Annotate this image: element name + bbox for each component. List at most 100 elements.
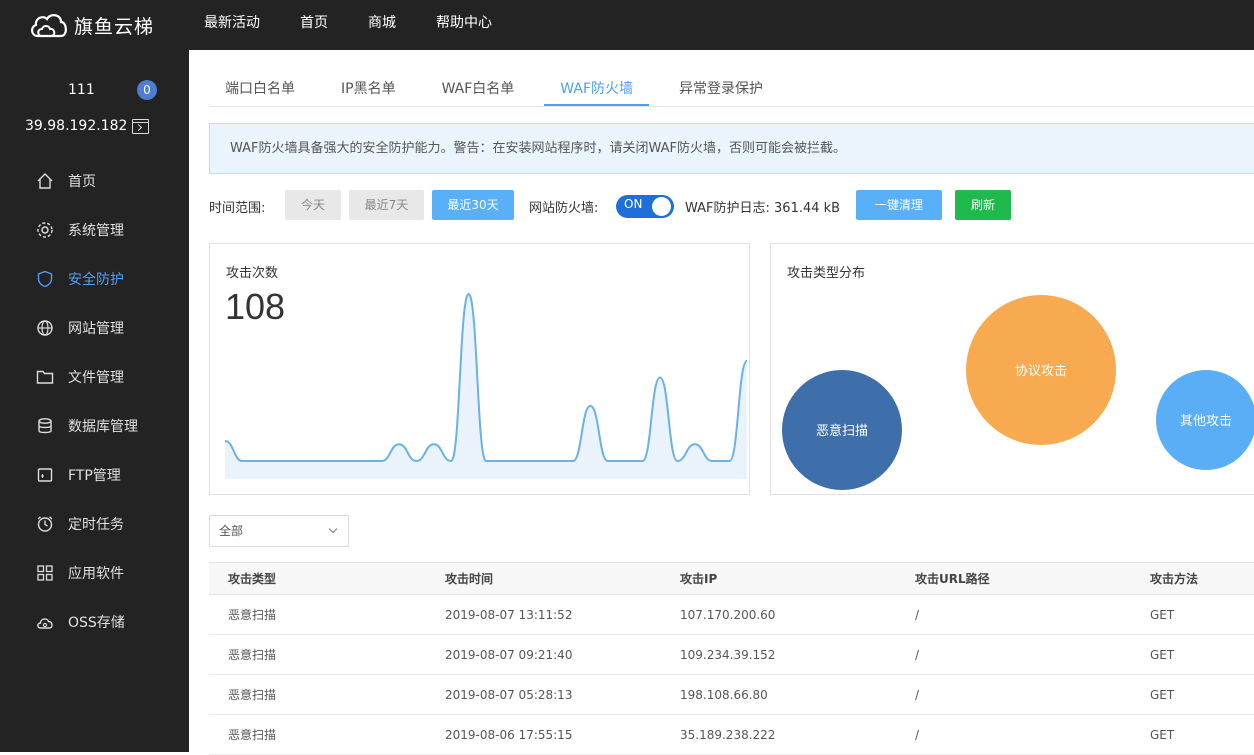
tab-port-whitelist[interactable]: 端口白名单 xyxy=(209,78,311,106)
waf-log-size: WAF防护日志: 361.44 kB xyxy=(685,197,840,216)
column-header: 攻击方法 xyxy=(1150,563,1250,594)
column-header: 攻击类型 xyxy=(209,563,445,594)
sidebar-item-apps[interactable]: 应用软件 xyxy=(0,548,189,597)
table-cell: GET xyxy=(1150,715,1250,754)
topnav-store[interactable]: 商城 xyxy=(354,0,410,50)
sidebar-item-database[interactable]: 数据库管理 xyxy=(0,401,189,450)
tab-ip-blacklist[interactable]: IP黑名单 xyxy=(325,78,412,106)
server-ip-row: 39.98.192.182 xyxy=(0,117,189,139)
tab-waf-whitelist[interactable]: WAF白名单 xyxy=(426,78,531,106)
table-row: 恶意扫描 2019-08-07 05:28:13 198.108.66.80 /… xyxy=(209,675,1254,715)
brand-logo[interactable]: 旗鱼云梯 xyxy=(28,8,154,42)
warning-alert: WAF防火墙具备强大的安全防护能力。警告：在安装网站程序时，请关闭WAF防火墙，… xyxy=(209,123,1254,174)
sidebar-item-label: 数据库管理 xyxy=(68,416,138,436)
topnav-home[interactable]: 首页 xyxy=(286,0,342,50)
sidebar-item-security[interactable]: 安全防护 xyxy=(0,254,189,303)
gear-icon xyxy=(36,221,54,239)
table-cell: 2019-08-07 13:11:52 xyxy=(445,595,680,634)
table-cell: / xyxy=(915,715,1150,754)
sidebar-item-label: 首页 xyxy=(68,171,96,191)
toggle-knob xyxy=(652,197,671,216)
cloud-storage-icon xyxy=(36,613,54,631)
home-icon xyxy=(36,172,54,190)
firewall-label: 网站防火墙: xyxy=(529,197,598,216)
sidebar-item-ftp[interactable]: FTP管理 xyxy=(0,450,189,499)
attack-type-filter[interactable]: 全部 xyxy=(209,515,349,547)
notification-badge[interactable]: 0 xyxy=(137,80,157,100)
time-range-label: 时间范围: xyxy=(209,197,265,216)
sidebar-item-oss[interactable]: OSS存储 xyxy=(0,597,189,646)
table-row: 恶意扫描 2019-08-07 09:21:40 109.234.39.152 … xyxy=(209,635,1254,675)
table-cell: 2019-08-07 05:28:13 xyxy=(445,675,680,714)
table-row: 恶意扫描 2019-08-07 13:11:52 107.170.200.60 … xyxy=(209,595,1254,635)
main-content: 端口白名单 IP黑名单 WAF白名单 WAF防火墙 异常登录保护 WAF防火墙具… xyxy=(189,50,1254,752)
cloud-logo-icon xyxy=(28,10,70,40)
attack-count-title: 攻击次数 xyxy=(226,262,278,281)
table-cell: / xyxy=(915,635,1150,674)
globe-icon xyxy=(36,319,54,337)
attack-count-chart xyxy=(225,289,749,489)
apps-icon xyxy=(36,564,54,582)
topnav-latest-activity[interactable]: 最新活动 xyxy=(190,0,274,50)
sidebar-item-label: 网站管理 xyxy=(68,318,124,338)
table-cell: 恶意扫描 xyxy=(209,675,445,714)
firewall-toggle[interactable]: ON xyxy=(616,195,674,218)
table-cell: 恶意扫描 xyxy=(209,635,445,674)
table-cell: 35.189.238.222 xyxy=(680,715,915,754)
folder-icon xyxy=(36,368,54,386)
table-cell: GET xyxy=(1150,635,1250,674)
attack-log-table: 攻击类型 攻击时间 攻击IP 攻击URL路径 攻击方法 恶意扫描 2019-08… xyxy=(209,562,1254,755)
filter-selected-value: 全部 xyxy=(219,524,243,538)
brand-name: 旗鱼云梯 xyxy=(74,12,154,39)
controls-bar: 时间范围: 今天 最近7天 最近30天 网站防火墙: ON WAF防护日志: 3… xyxy=(209,190,1254,222)
range-7days-button[interactable]: 最近7天 xyxy=(349,190,424,220)
table-cell: 109.234.39.152 xyxy=(680,635,915,674)
table-cell: / xyxy=(915,595,1150,634)
table-header: 攻击类型 攻击时间 攻击IP 攻击URL路径 攻击方法 xyxy=(209,563,1254,595)
sidebar-item-label: 文件管理 xyxy=(68,367,124,387)
sidebar-item-label: 定时任务 xyxy=(68,514,124,534)
table-cell: GET xyxy=(1150,675,1250,714)
column-header: 攻击IP xyxy=(680,563,915,594)
user-info: 111 0 xyxy=(0,80,189,104)
sidebar-item-home[interactable]: 首页 xyxy=(0,156,189,205)
sidebar-item-website[interactable]: 网站管理 xyxy=(0,303,189,352)
sidebar-item-label: 安全防护 xyxy=(68,269,124,289)
attack-type-card: 攻击类型分布 恶意扫描协议攻击其他攻击 xyxy=(770,243,1254,495)
range-today-button[interactable]: 今天 xyxy=(285,190,341,220)
table-cell: GET xyxy=(1150,595,1250,634)
toggle-state: ON xyxy=(624,197,642,211)
sidebar-item-cron[interactable]: 定时任务 xyxy=(0,499,189,548)
user-name: 111 xyxy=(68,82,95,98)
sidebar-item-system[interactable]: 系统管理 xyxy=(0,205,189,254)
column-header: 攻击时间 xyxy=(445,563,680,594)
column-header: 攻击URL路径 xyxy=(915,563,1150,594)
sidebar-item-files[interactable]: 文件管理 xyxy=(0,352,189,401)
refresh-button[interactable]: 刷新 xyxy=(955,190,1011,220)
security-tabs: 端口白名单 IP黑名单 WAF白名单 WAF防火墙 异常登录保护 xyxy=(209,78,1254,107)
database-icon xyxy=(36,417,54,435)
clock-icon xyxy=(36,515,54,533)
table-cell: 198.108.66.80 xyxy=(680,675,915,714)
top-nav: 最新活动 首页 商城 帮助中心 xyxy=(190,0,518,50)
top-bar: 旗鱼云梯 最新活动 首页 商城 帮助中心 xyxy=(0,0,1254,50)
ftp-icon xyxy=(36,466,54,484)
terminal-icon[interactable] xyxy=(132,119,149,134)
table-cell: 107.170.200.60 xyxy=(680,595,915,634)
bubble-label: 恶意扫描 xyxy=(816,423,868,439)
sidebar-item-label: 系统管理 xyxy=(68,220,124,240)
sidebar-item-label: OSS存储 xyxy=(68,612,125,632)
bubble-label: 其他攻击 xyxy=(1180,414,1232,429)
chevron-down-icon xyxy=(329,525,337,533)
tab-login-protection[interactable]: 异常登录保护 xyxy=(663,78,779,106)
shield-icon xyxy=(36,270,54,288)
table-cell: 恶意扫描 xyxy=(209,715,445,754)
range-30days-button[interactable]: 最近30天 xyxy=(432,190,514,220)
table-cell: 2019-08-07 09:21:40 xyxy=(445,635,680,674)
topnav-help-center[interactable]: 帮助中心 xyxy=(422,0,506,50)
tab-waf-firewall[interactable]: WAF防火墙 xyxy=(544,78,649,106)
sidebar: 111 0 39.98.192.182 首页 系统管理 安全防护 xyxy=(0,50,189,752)
clear-log-button[interactable]: 一键清理 xyxy=(856,190,942,220)
sidebar-item-label: FTP管理 xyxy=(68,465,121,485)
table-row: 恶意扫描 2019-08-06 17:55:15 35.189.238.222 … xyxy=(209,715,1254,755)
